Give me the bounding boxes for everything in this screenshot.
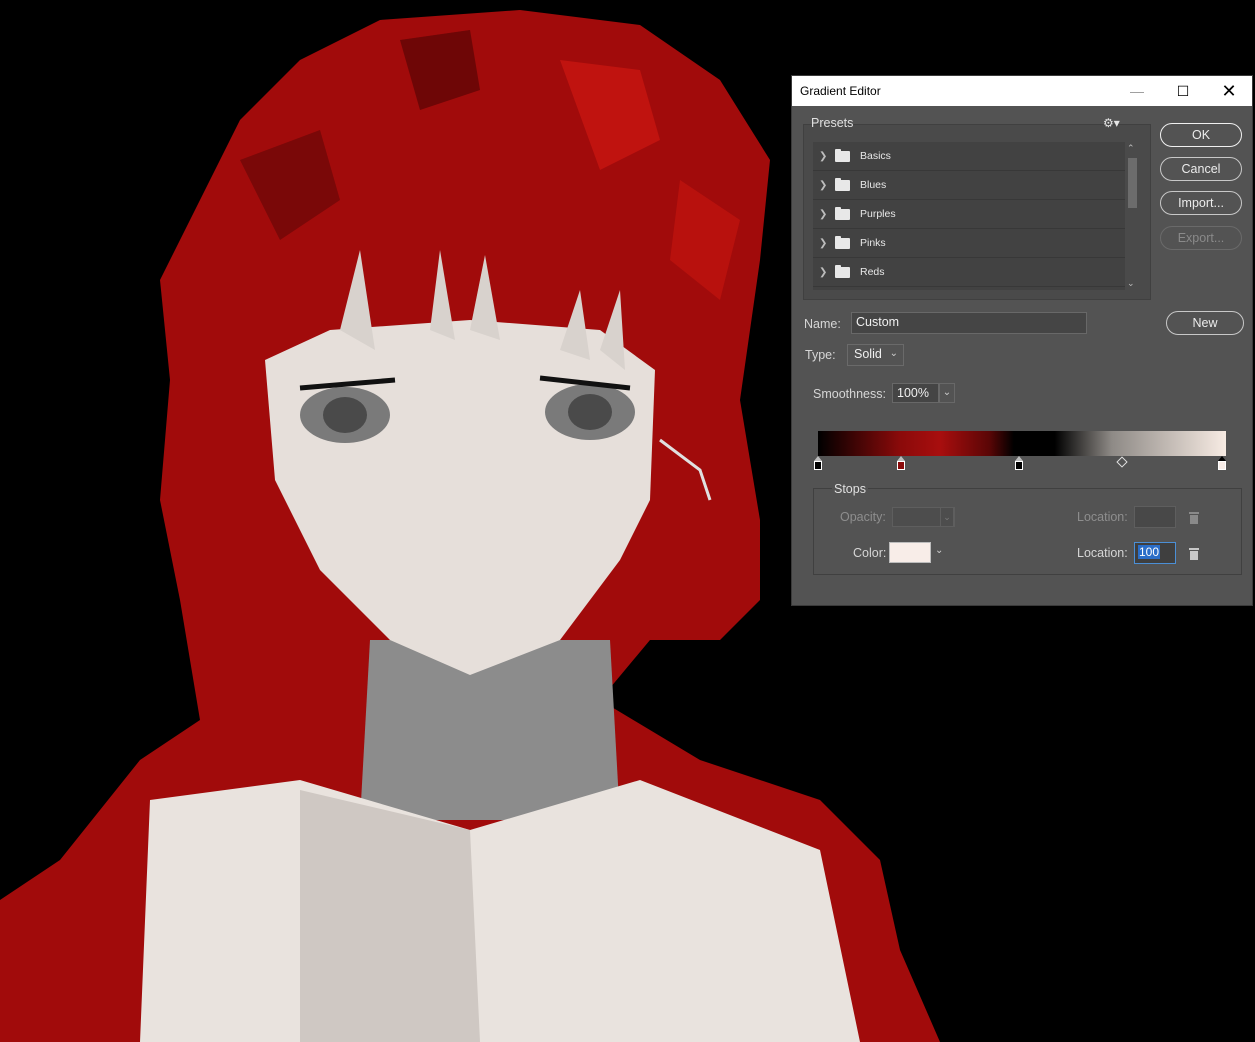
presets-scrollbar[interactable]: ⌃ ⌄ <box>1125 142 1139 290</box>
close-icon[interactable]: ✕ <box>1206 76 1252 106</box>
color-stop[interactable] <box>1015 456 1023 470</box>
preset-folder-label: Reds <box>860 266 885 278</box>
color-stop-selected[interactable] <box>1218 456 1226 470</box>
opacity-location-field <box>1134 506 1176 528</box>
chevron-down-icon[interactable]: ⌄ <box>1127 278 1135 289</box>
cancel-button[interactable]: Cancel <box>1160 157 1242 181</box>
color-label: Color: <box>853 546 887 560</box>
color-swatch[interactable] <box>889 542 931 563</box>
preset-folder-reds[interactable]: ❯ Reds <box>813 258 1125 287</box>
title-bar[interactable]: Gradient Editor — ☐ ✕ <box>792 76 1252 106</box>
color-stop[interactable] <box>897 456 905 470</box>
midpoint-diamond-icon[interactable] <box>1116 456 1128 468</box>
preset-folder-label: Blues <box>860 179 887 191</box>
name-label: Name: <box>804 317 841 331</box>
export-button: Export... <box>1160 226 1242 250</box>
minimize-icon[interactable]: — <box>1114 76 1160 106</box>
chevron-down-icon[interactable]: ⌄ <box>935 545 943 556</box>
type-select-value: Solid <box>854 347 882 361</box>
stops-group <box>813 488 1242 575</box>
scrollbar-thumb[interactable] <box>1128 158 1137 208</box>
color-location-field[interactable]: 100 <box>1134 542 1176 564</box>
smoothness-dropdown-icon[interactable]: ⌄ <box>939 383 955 403</box>
preset-folder-purples[interactable]: ❯ Purples <box>813 200 1125 229</box>
preset-folder-basics[interactable]: ❯ Basics <box>813 142 1125 171</box>
gradient-editor-dialog: Gradient Editor — ☐ ✕ Presets ⚙▾ ❯ Basic… <box>791 75 1253 606</box>
folder-icon <box>835 148 850 162</box>
ok-button[interactable]: OK <box>1160 123 1242 147</box>
preset-folder-label: Purples <box>860 208 896 220</box>
folder-icon <box>835 264 850 278</box>
folder-icon <box>835 235 850 249</box>
folder-icon <box>835 206 850 220</box>
import-button[interactable]: Import... <box>1160 191 1242 215</box>
color-location-value: 100 <box>1138 545 1161 559</box>
delete-color-stop-icon[interactable] <box>1189 548 1199 560</box>
gear-icon[interactable]: ⚙▾ <box>1103 116 1120 130</box>
maximize-icon[interactable]: ☐ <box>1160 76 1206 106</box>
stops-label: Stops <box>832 482 868 496</box>
color-stop[interactable] <box>814 456 822 470</box>
type-label: Type: <box>805 348 836 362</box>
type-select[interactable]: Solid ⌄ <box>847 344 904 366</box>
folder-icon <box>835 177 850 191</box>
chevron-down-icon: ⌄ <box>940 507 954 527</box>
chevron-up-icon[interactable]: ⌃ <box>1127 143 1135 154</box>
opacity-location-label: Location: <box>1077 510 1128 524</box>
chevron-right-icon[interactable]: ❯ <box>819 209 831 220</box>
preset-folder-label: Pinks <box>860 237 886 249</box>
chevron-right-icon[interactable]: ❯ <box>819 238 831 249</box>
color-location-label: Location: <box>1077 546 1128 560</box>
delete-opacity-stop-icon <box>1189 512 1199 524</box>
name-field[interactable]: Custom <box>851 312 1087 334</box>
new-button[interactable]: New <box>1166 311 1244 335</box>
presets-label: Presets <box>811 116 854 130</box>
preset-folder-blues[interactable]: ❯ Blues <box>813 171 1125 200</box>
smoothness-field[interactable]: 100% <box>892 383 939 403</box>
smoothness-label: Smoothness: <box>813 387 886 401</box>
gradient-preview-bar[interactable] <box>818 431 1226 456</box>
dialog-title: Gradient Editor <box>800 84 881 98</box>
opacity-label: Opacity: <box>840 510 886 524</box>
preset-folder-pinks[interactable]: ❯ Pinks <box>813 229 1125 258</box>
chevron-right-icon[interactable]: ❯ <box>819 151 831 162</box>
chevron-down-icon: ⌄ <box>889 348 898 359</box>
preset-folder-label: Basics <box>860 150 891 162</box>
chevron-right-icon[interactable]: ❯ <box>819 267 831 278</box>
chevron-right-icon[interactable]: ❯ <box>819 180 831 191</box>
presets-list: ❯ Basics ❯ Blues ❯ Purples ❯ Pinks ❯ Red… <box>813 142 1125 290</box>
